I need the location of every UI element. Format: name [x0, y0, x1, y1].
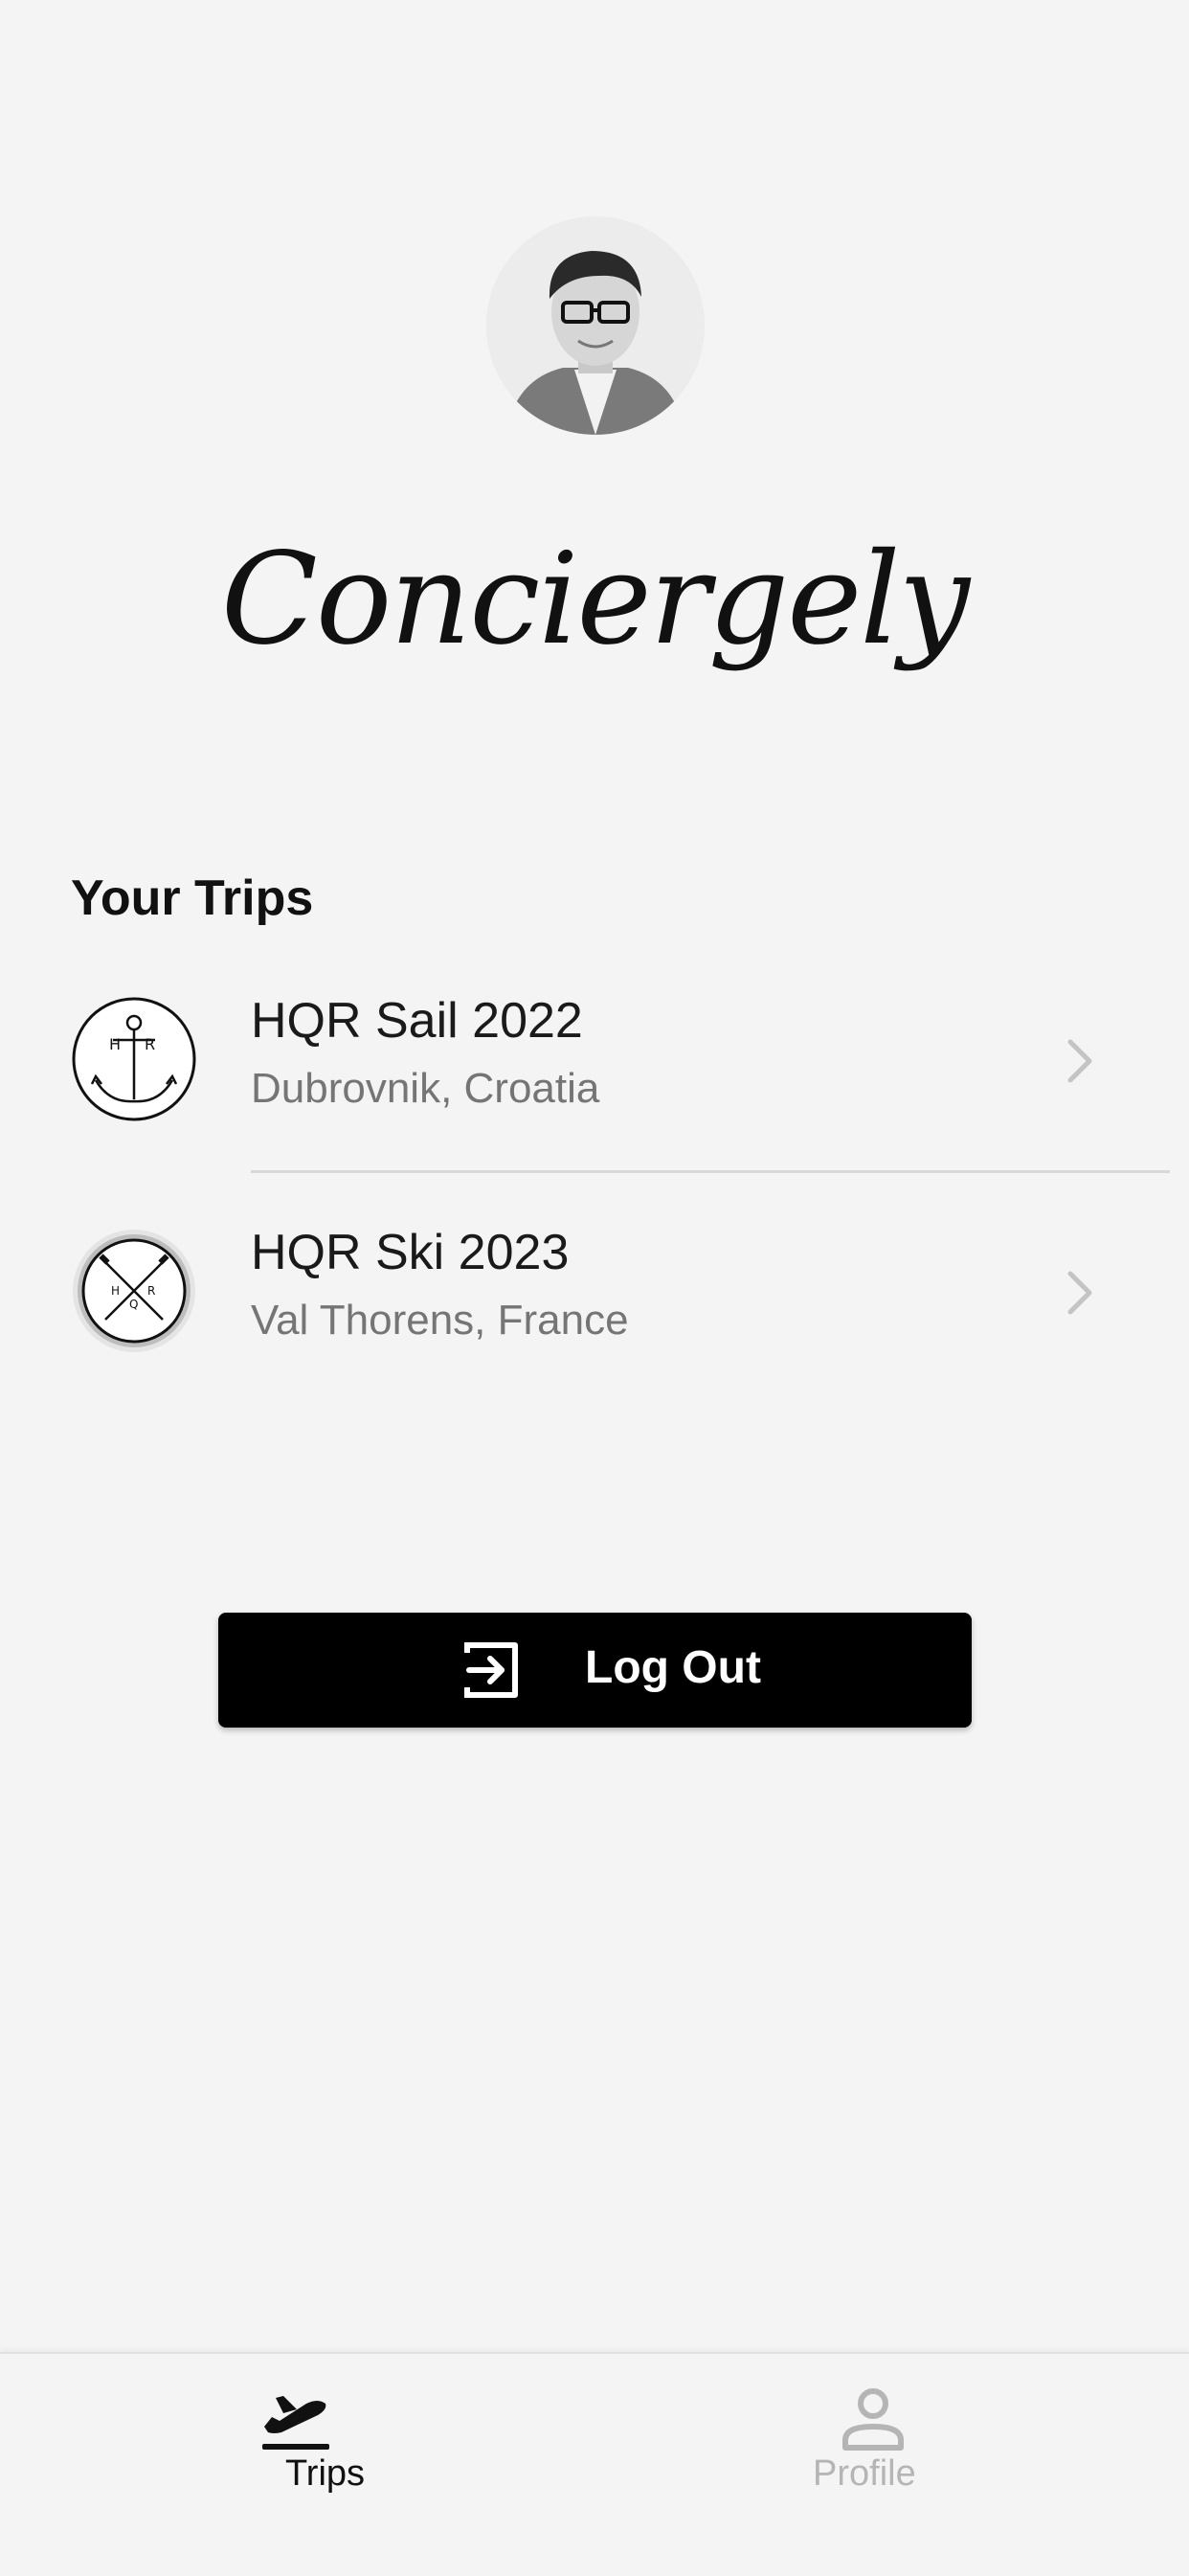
profile-avatar	[486, 216, 705, 435]
logout-label: Log Out	[585, 1642, 761, 1693]
logout-icon	[464, 1642, 518, 1698]
user-photo-icon	[486, 216, 705, 435]
trip-location: Dubrovnik, Croatia	[251, 1065, 600, 1112]
trip-location: Val Thorens, France	[251, 1297, 629, 1344]
brand-logo-text: Conciergely	[220, 526, 970, 673]
section-title: Your Trips	[71, 870, 314, 926]
chevron-right-icon	[1067, 1271, 1092, 1315]
person-icon	[842, 2388, 904, 2451]
crossed-skis-icon: H R Q	[73, 1230, 195, 1352]
svg-text:H: H	[109, 1035, 121, 1053]
logout-button[interactable]: Log Out	[218, 1613, 972, 1728]
bottom-tab-bar: Trips Profile	[0, 2352, 1189, 2576]
svg-text:H: H	[111, 1284, 120, 1298]
tab-label-trips: Trips	[285, 2453, 366, 2494]
trip-name: HQR Sail 2022	[251, 993, 583, 1049]
svg-text:R: R	[147, 1284, 155, 1298]
plane-departure-icon	[262, 2396, 329, 2450]
svg-text:R: R	[145, 1035, 155, 1053]
trip-item-sail[interactable]: H R HQR Sail 2022 Dubrovnik, Croatia	[0, 958, 1189, 1159]
trip-item-ski[interactable]: H R Q HQR Ski 2023 Val Thorens, France	[0, 1189, 1189, 1390]
trip-name: HQR Ski 2023	[251, 1225, 570, 1280]
tab-profile[interactable]: Profile	[594, 2354, 1189, 2576]
tab-label-profile: Profile	[813, 2453, 916, 2494]
svg-text:Q: Q	[129, 1298, 138, 1311]
anchor-icon: H R	[72, 997, 196, 1121]
tab-trips[interactable]: Trips	[0, 2354, 594, 2576]
chevron-right-icon	[1067, 1039, 1092, 1083]
list-divider	[251, 1170, 1170, 1173]
